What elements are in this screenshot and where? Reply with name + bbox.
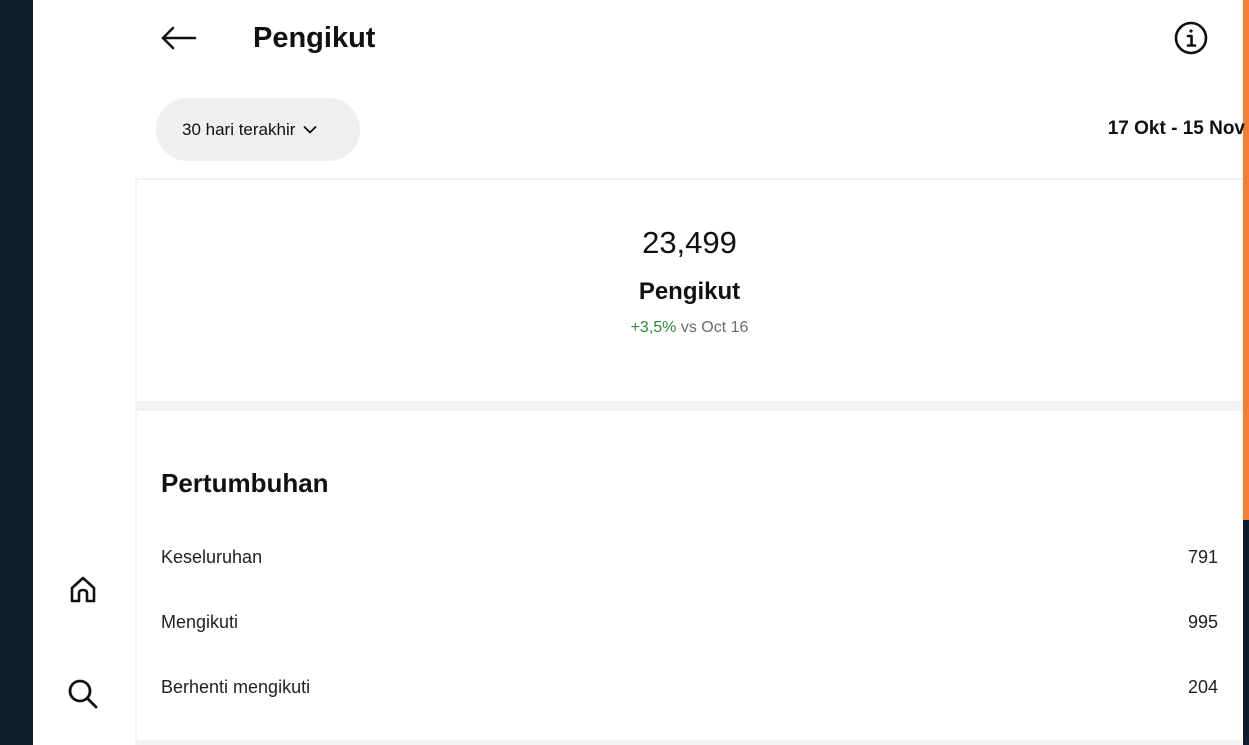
growth-row-overall: Keseluruhan 791 bbox=[161, 542, 1218, 572]
growth-section-title: Pertumbuhan bbox=[161, 468, 329, 498]
change-percentage: +3,5% bbox=[630, 319, 677, 336]
date-range-text: 17 Okt - 15 Nov bbox=[1107, 118, 1245, 139]
app-screen: Pengikut 30 hari terakhir 17 Okt - 15 No… bbox=[33, 0, 1245, 745]
info-icon[interactable] bbox=[1171, 18, 1211, 58]
follower-count: 23,499 bbox=[642, 225, 737, 260]
nav-rail bbox=[33, 0, 135, 745]
section-separator bbox=[136, 401, 1243, 411]
growth-row-label: Berhenti mengikuti bbox=[161, 676, 311, 697]
bottom-separator bbox=[136, 740, 1243, 745]
growth-row-label: Mengikuti bbox=[161, 611, 239, 632]
arrow-left-icon[interactable] bbox=[158, 18, 200, 58]
date-range-dropdown-label: 30 hari terakhir bbox=[182, 119, 296, 139]
growth-row-unfollows: Berhenti mengikuti 204 bbox=[161, 672, 1218, 702]
main-content: Pengikut 30 hari terakhir 17 Okt - 15 No… bbox=[136, 0, 1245, 745]
growth-row-follows: Mengikuti 995 bbox=[161, 607, 1218, 637]
growth-row-value: 791 bbox=[1187, 546, 1218, 567]
follower-change: +3,5% vs Oct 16 bbox=[136, 319, 1243, 337]
top-bar: Pengikut bbox=[136, 12, 1243, 64]
date-range-dropdown[interactable]: 30 hari terakhir bbox=[156, 98, 360, 161]
growth-row-value: 995 bbox=[1187, 611, 1218, 632]
search-icon[interactable] bbox=[63, 674, 103, 714]
growth-row-value: 204 bbox=[1187, 676, 1218, 697]
page-title: Pengikut bbox=[253, 22, 376, 54]
chevron-down-icon bbox=[303, 125, 317, 135]
decorative-frame-right bbox=[1243, 0, 1249, 520]
growth-row-label: Keseluruhan bbox=[161, 546, 263, 567]
section-divider bbox=[136, 178, 1243, 180]
change-comparison: vs Oct 16 bbox=[680, 319, 749, 336]
home-icon[interactable] bbox=[63, 570, 103, 610]
follower-count-label: Pengikut bbox=[638, 278, 741, 305]
